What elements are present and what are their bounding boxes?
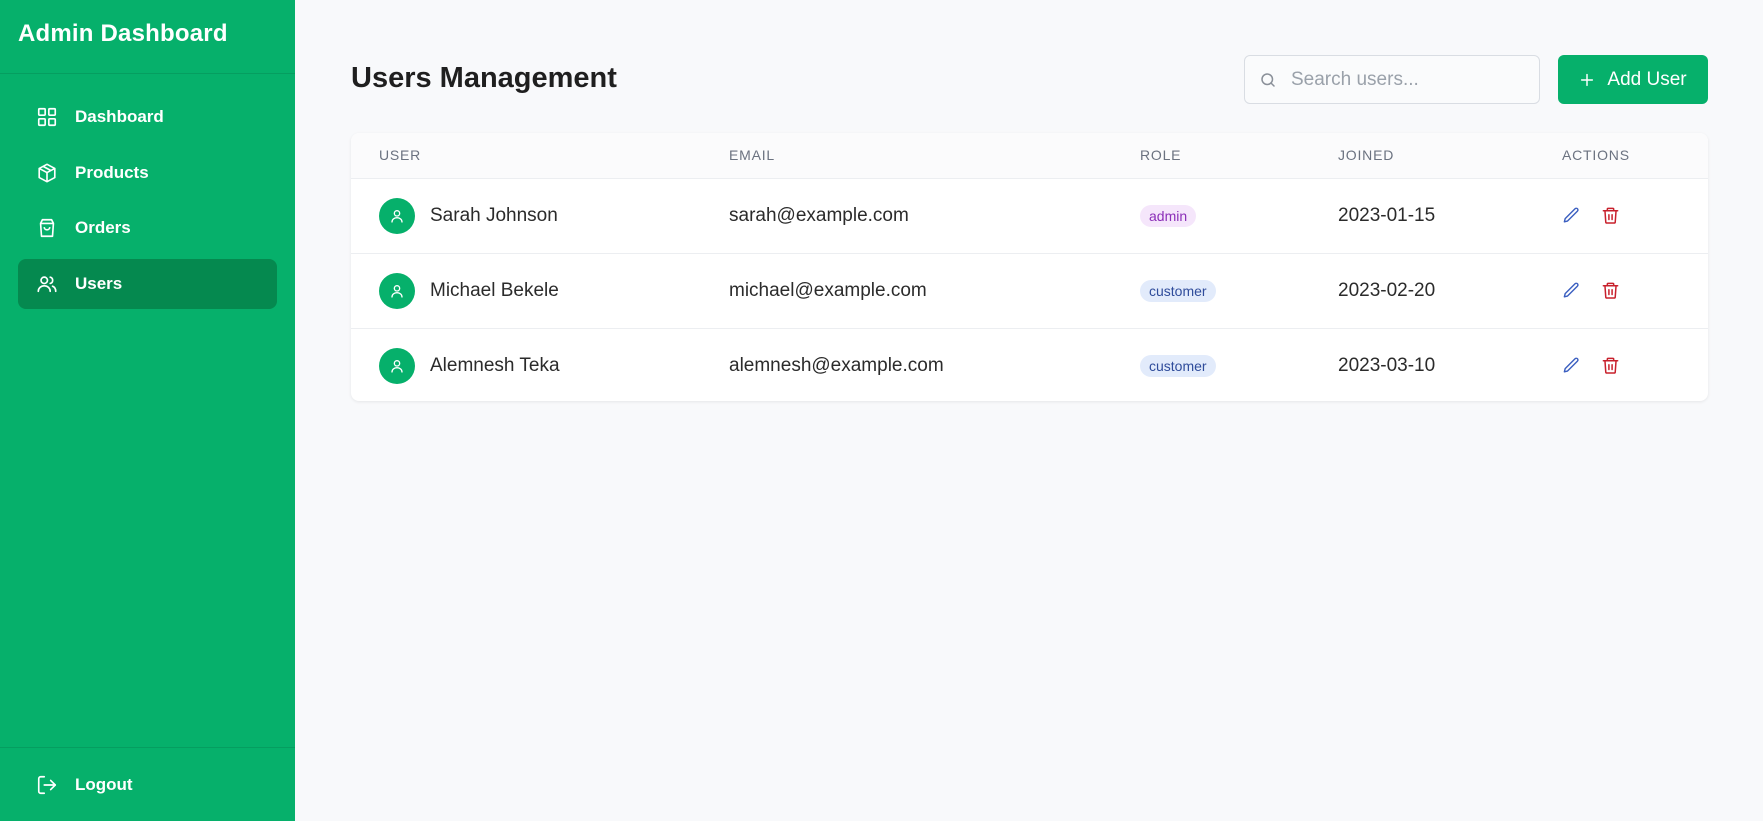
sidebar-item-label: Products	[75, 162, 149, 182]
actions-cell	[1534, 253, 1708, 328]
add-user-button[interactable]: Add User	[1558, 55, 1708, 104]
user-icon	[391, 284, 403, 298]
logout-icon	[36, 774, 58, 796]
search-input[interactable]	[1291, 68, 1521, 91]
role-cell: customer	[1112, 253, 1310, 328]
delete-icon[interactable]	[1601, 206, 1620, 225]
actions-cell	[1534, 328, 1708, 401]
email-cell: sarah@example.com	[729, 204, 909, 226]
joined-cell: 2023-01-15	[1338, 204, 1436, 226]
user-icon	[391, 359, 403, 373]
search-icon	[1259, 71, 1277, 89]
plus-icon	[1579, 72, 1595, 88]
grid-icon	[36, 106, 58, 128]
sidebar-item-users[interactable]: Users	[18, 258, 277, 309]
email-cell: michael@example.com	[729, 279, 927, 301]
table-row: Sarah Johnson sarah@example.com admin 20…	[351, 178, 1708, 253]
add-user-label: Add User	[1607, 68, 1687, 90]
user-name: Michael Bekele	[430, 279, 559, 301]
delete-icon[interactable]	[1601, 281, 1620, 300]
page-title: Users Management	[351, 62, 617, 94]
sidebar-item-dashboard[interactable]: Dashboard	[18, 92, 277, 142]
user-cell: Alemnesh Teka	[351, 328, 701, 401]
brand-title: Admin Dashboard	[0, 0, 295, 74]
package-icon	[36, 162, 58, 184]
table-row: Alemnesh Teka alemnesh@example.com custo…	[351, 328, 1708, 401]
shopping-bag-icon	[36, 217, 58, 239]
user-cell: Sarah Johnson	[351, 178, 701, 253]
column-header-email: EMAIL	[701, 133, 1112, 179]
actions-cell	[1534, 178, 1708, 253]
table-row: Michael Bekele michael@example.com custo…	[351, 253, 1708, 328]
column-header-role: ROLE	[1112, 133, 1310, 179]
logout-label: Logout	[75, 774, 133, 794]
users-icon	[36, 273, 58, 295]
column-header-joined: JOINED	[1310, 133, 1534, 179]
role-cell: customer	[1112, 328, 1310, 401]
avatar	[379, 197, 415, 234]
edit-icon[interactable]	[1562, 356, 1581, 375]
sidebar-item-products[interactable]: Products	[18, 148, 277, 198]
sidebar-item-label: Dashboard	[75, 107, 164, 126]
sidebar-item-orders[interactable]: Orders	[18, 203, 277, 253]
sidebar-item-label: Orders	[75, 218, 131, 237]
logout-button[interactable]: Logout	[18, 760, 277, 810]
main-content: Users Management Add User	[351, 0, 1708, 401]
edit-icon[interactable]	[1562, 206, 1581, 225]
table-header-row: USER EMAIL ROLE JOINED ACTIONS	[351, 133, 1708, 179]
joined-cell: 2023-02-20	[1338, 279, 1436, 301]
user-name: Sarah Johnson	[430, 204, 558, 226]
users-table-card: USER EMAIL ROLE JOINED ACTIONS Sarah Joh…	[351, 133, 1708, 401]
user-name: Alemnesh Teka	[430, 354, 560, 376]
avatar	[379, 272, 415, 309]
column-header-user: USER	[351, 133, 701, 179]
column-header-actions: ACTIONS	[1534, 133, 1708, 179]
role-cell: admin	[1112, 178, 1310, 253]
joined-cell: 2023-03-10	[1338, 354, 1436, 376]
delete-icon[interactable]	[1601, 356, 1620, 375]
user-cell: Michael Bekele	[351, 253, 701, 328]
edit-icon[interactable]	[1562, 281, 1581, 300]
role-badge: customer	[1140, 354, 1216, 377]
role-badge: admin	[1140, 204, 1197, 227]
role-badge: customer	[1140, 279, 1216, 302]
sidebar-nav: Dashboard Products Orders Users	[0, 74, 295, 309]
sidebar-footer: Logout	[0, 747, 295, 821]
sidebar: Admin Dashboard Dashboard Products Order…	[0, 0, 295, 821]
user-icon	[391, 209, 403, 223]
email-cell: alemnesh@example.com	[729, 354, 944, 376]
search-box[interactable]	[1244, 55, 1540, 104]
users-table: USER EMAIL ROLE JOINED ACTIONS Sarah Joh…	[351, 133, 1708, 401]
avatar	[379, 347, 415, 384]
sidebar-item-label: Users	[75, 273, 123, 293]
